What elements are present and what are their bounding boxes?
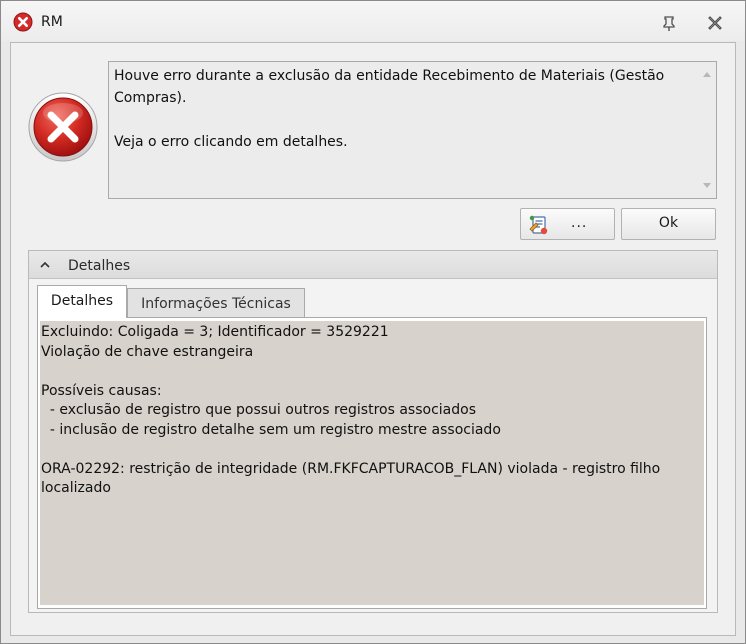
ok-button-label: Ok bbox=[658, 215, 679, 231]
error-x-icon bbox=[28, 92, 98, 162]
details-group: Detalhes Detalhes Informações Técnicas E… bbox=[28, 250, 718, 613]
scroll-down-icon[interactable] bbox=[702, 182, 712, 190]
error-message-text: Houve erro durante a exclusão da entidad… bbox=[114, 68, 665, 150]
ok-button[interactable]: Ok bbox=[621, 208, 716, 240]
window-title: RM bbox=[41, 14, 63, 30]
chevron-up-icon[interactable] bbox=[39, 261, 51, 269]
details-tab-panel: Excluindo: Coligada = 3; Identificador =… bbox=[37, 317, 707, 609]
dialog-body: Houve erro durante a exclusão da entidad… bbox=[10, 42, 736, 636]
error-dialog-window: RM Houve erro durante a exclusão da enti… bbox=[0, 0, 746, 644]
title-bar[interactable]: RM bbox=[1, 1, 745, 41]
scroll-up-icon[interactable] bbox=[702, 70, 712, 78]
error-message-box[interactable]: Houve erro durante a exclusão da entidad… bbox=[108, 61, 717, 199]
pin-icon[interactable] bbox=[659, 13, 679, 33]
error-circle-icon bbox=[13, 12, 33, 32]
error-details-box[interactable]: Excluindo: Coligada = 3; Identificador =… bbox=[40, 321, 704, 605]
details-group-title: Detalhes bbox=[68, 258, 131, 274]
close-icon[interactable] bbox=[705, 13, 725, 33]
tab-detalhes[interactable]: Detalhes bbox=[37, 285, 127, 318]
details-button[interactable]: ... bbox=[520, 208, 615, 240]
details-group-header[interactable]: Detalhes bbox=[29, 251, 717, 279]
details-button-label: ... bbox=[571, 215, 588, 231]
edit-report-icon bbox=[529, 215, 548, 235]
message-scrollbar[interactable] bbox=[698, 62, 716, 198]
tab-informacoes-tecnicas[interactable]: Informações Técnicas bbox=[127, 288, 305, 319]
error-details-text: Excluindo: Coligada = 3; Identificador =… bbox=[41, 324, 661, 496]
